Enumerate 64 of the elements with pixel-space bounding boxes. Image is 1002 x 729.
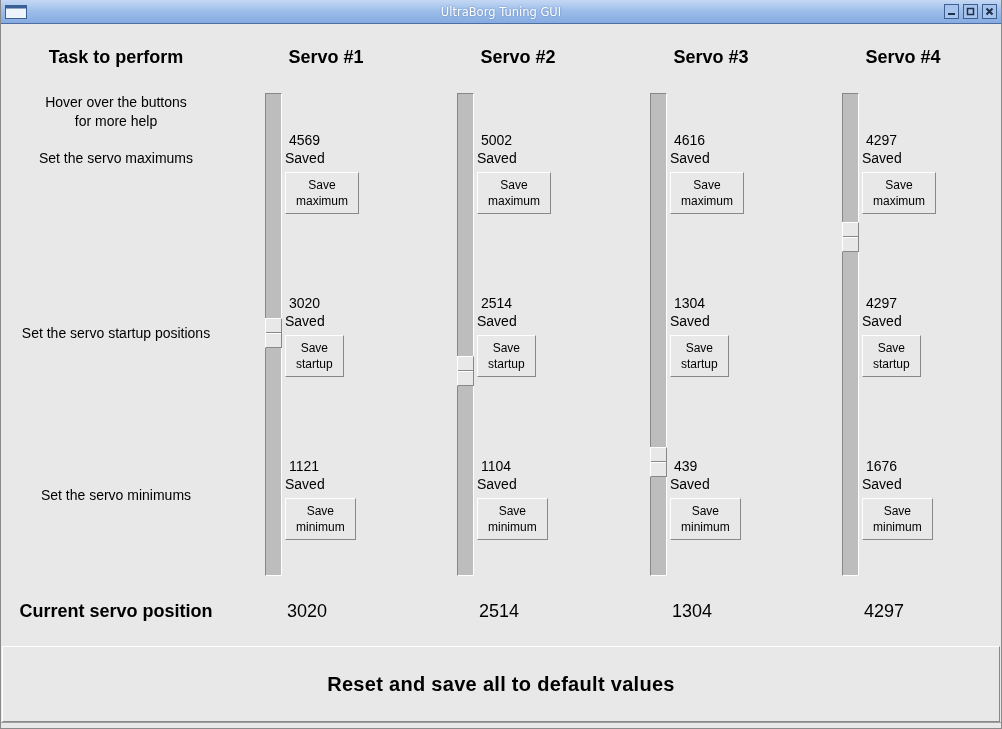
- setting-value: 1304: [673, 294, 706, 312]
- reset-button[interactable]: Reset and save all to default values: [2, 646, 1000, 722]
- save-button[interactable]: Save maximum: [285, 172, 359, 214]
- window-title: UltraBorg Tuning GUI: [440, 4, 562, 19]
- slider-thumb[interactable]: [842, 222, 859, 253]
- servo-position-value: 1304: [671, 600, 713, 622]
- save-button[interactable]: Save minimum: [285, 498, 356, 540]
- save-status-label: Saved: [862, 475, 902, 493]
- save-button[interactable]: Save startup: [670, 335, 729, 377]
- task-label: Set the servo minimums: [40, 486, 192, 504]
- servo-position-value: 3020: [286, 600, 328, 622]
- setting-value: 5002: [480, 131, 513, 149]
- save-button[interactable]: Save startup: [862, 335, 921, 377]
- save-status-label: Saved: [670, 312, 710, 330]
- close-icon[interactable]: [982, 4, 997, 19]
- save-status-label: Saved: [477, 475, 517, 493]
- maximize-icon[interactable]: [963, 4, 978, 19]
- save-status-label: Saved: [477, 312, 517, 330]
- setting-value: 3020: [288, 294, 321, 312]
- save-status-label: Saved: [862, 149, 902, 167]
- setting-value: 439: [673, 457, 698, 475]
- column-heading: Servo #1: [288, 46, 364, 68]
- save-button[interactable]: Save minimum: [862, 498, 933, 540]
- save-button[interactable]: Save maximum: [670, 172, 744, 214]
- task-label: Set the servo maximums: [38, 149, 194, 167]
- slider-track[interactable]: [650, 93, 667, 576]
- slider-track[interactable]: [457, 93, 474, 576]
- minimize-icon[interactable]: [944, 4, 959, 19]
- current-position-label: Current servo position: [19, 600, 213, 622]
- column-heading: Servo #2: [480, 46, 556, 68]
- save-button[interactable]: Save minimum: [670, 498, 741, 540]
- setting-value: 4297: [865, 294, 898, 312]
- slider-track[interactable]: [842, 93, 859, 576]
- save-status-label: Saved: [670, 149, 710, 167]
- save-status-label: Saved: [477, 149, 517, 167]
- slider-thumb[interactable]: [265, 318, 282, 349]
- task-label: Set the servo startup positions: [21, 324, 211, 342]
- slider-thumb[interactable]: [457, 356, 474, 386]
- slider-track[interactable]: [265, 93, 282, 576]
- window-icon[interactable]: [5, 4, 27, 19]
- help-text: Hover over the buttons for more help: [45, 93, 187, 131]
- servo-position-value: 2514: [478, 600, 520, 622]
- save-button[interactable]: Save maximum: [477, 172, 551, 214]
- save-button[interactable]: Save startup: [477, 335, 536, 377]
- setting-value: 4297: [865, 131, 898, 149]
- save-button[interactable]: Save maximum: [862, 172, 936, 214]
- column-heading: Task to perform: [48, 46, 184, 68]
- column-heading: Servo #3: [673, 46, 749, 68]
- setting-value: 4616: [673, 131, 706, 149]
- setting-value: 1121: [288, 457, 320, 475]
- setting-value: 1104: [480, 457, 512, 475]
- setting-value: 1676: [865, 457, 898, 475]
- column-heading: Servo #4: [865, 46, 941, 68]
- save-status-label: Saved: [285, 312, 325, 330]
- slider-thumb[interactable]: [650, 447, 667, 478]
- setting-value: 2514: [480, 294, 513, 312]
- save-button[interactable]: Save minimum: [477, 498, 548, 540]
- save-button[interactable]: Save startup: [285, 335, 344, 377]
- save-status-label: Saved: [285, 149, 325, 167]
- save-status-label: Saved: [862, 312, 902, 330]
- servo-position-value: 4297: [863, 600, 905, 622]
- save-status-label: Saved: [670, 475, 710, 493]
- setting-value: 4569: [288, 131, 321, 149]
- save-status-label: Saved: [285, 475, 325, 493]
